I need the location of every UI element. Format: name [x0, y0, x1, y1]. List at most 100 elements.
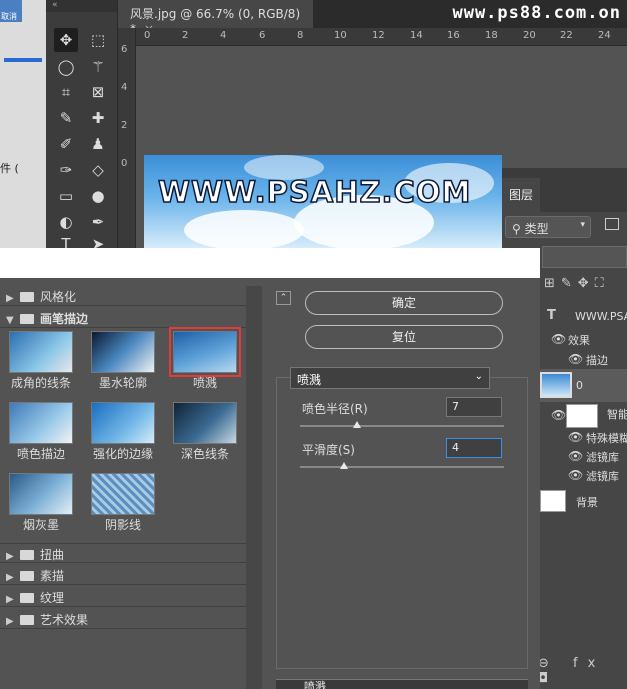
category-brush-strokes[interactable]: ▼ 画笔描边	[0, 308, 246, 328]
thumb-label: 墨水轮廓	[98, 376, 147, 390]
layer0-name[interactable]: 0	[576, 379, 583, 392]
ruler-tick: 6	[121, 44, 128, 55]
category-distort[interactable]: ▶ 扭曲	[0, 543, 246, 563]
eye-icon[interactable]: 👁	[568, 430, 583, 444]
blend-mode-select[interactable]	[542, 246, 627, 268]
ruler-tick: 2	[182, 30, 189, 41]
image-filter-icon[interactable]	[605, 218, 619, 230]
dodge-tool-icon[interactable]: ◐	[54, 210, 78, 234]
collapse-icon: ▼	[6, 315, 14, 326]
stroke-effect-label[interactable]: 描边	[586, 352, 608, 368]
horizontal-ruler: 0 2 4 6 8 10 12 14 16 18 20 22 24	[136, 28, 627, 46]
eye-icon[interactable]: 👁	[551, 332, 566, 346]
ok-button[interactable]: 确定	[305, 291, 503, 315]
text-layer-name[interactable]: WWW.PSA	[575, 310, 627, 323]
spray-radius-slider-handle[interactable]	[353, 421, 362, 428]
eyedropper-tool-icon[interactable]: ✎	[54, 106, 78, 130]
ruler-tick: 4	[220, 30, 227, 41]
layer-kind-filter[interactable]: ⚲ 类型 ▾	[505, 216, 591, 238]
ruler-tick: 4	[121, 82, 128, 93]
effects-label: 效果	[568, 334, 590, 347]
eraser-tool-icon[interactable]: ◇	[86, 158, 110, 182]
category-artistic[interactable]: ▶ 艺术效果	[0, 609, 246, 629]
magic-wand-tool-icon[interactable]: ⚚	[86, 55, 110, 79]
category-sketch[interactable]: ▶ 素描	[0, 565, 246, 585]
folder-icon	[20, 615, 34, 625]
category-stylize[interactable]: ▶ 风格化	[0, 286, 246, 306]
gallery-scrollbar[interactable]	[246, 286, 262, 689]
ruler-tick: 12	[372, 30, 385, 41]
folder-icon	[20, 314, 34, 324]
ruler-tick: 0	[121, 158, 128, 169]
thumb-crosshatch[interactable]	[91, 473, 155, 515]
type-tool-icon[interactable]: T	[54, 232, 78, 248]
smoothness-track[interactable]	[300, 466, 504, 468]
expand-icon: ▶	[6, 594, 14, 605]
layer-actions[interactable]: ⊖ fx ◘	[538, 656, 627, 686]
eye-icon[interactable]: 👁	[551, 408, 566, 422]
watermark: www.ps88.com.on	[452, 3, 621, 23]
folder-icon	[20, 593, 34, 603]
thumb-sprayed-strokes[interactable]	[9, 402, 73, 444]
crop-tool-icon[interactable]: ⌗	[54, 80, 78, 104]
spray-radius-track[interactable]	[300, 425, 504, 427]
smoothness-slider-handle[interactable]	[340, 462, 349, 469]
background-layer-name[interactable]: 背景	[576, 494, 598, 510]
frame-tool-icon[interactable]: ⊠	[86, 80, 110, 104]
ruler-tick: 24	[598, 30, 611, 41]
filter-gallery-1[interactable]: 滤镜库	[586, 449, 619, 465]
marquee-tool-icon[interactable]: ⬚	[86, 28, 110, 52]
collapse-gallery-icon[interactable]: ⌃	[276, 291, 291, 305]
file-fragment-label: 件 (	[0, 162, 19, 175]
eye-icon[interactable]: 👁	[568, 352, 583, 366]
thumb-ink-outlines[interactable]	[91, 331, 155, 373]
thumb-accented-edges[interactable]	[91, 402, 155, 444]
eye-icon[interactable]: 👁	[568, 468, 583, 482]
ruler-tick: 16	[447, 30, 460, 41]
thumb-label: 喷溅	[192, 376, 217, 390]
blur-tool-icon[interactable]: ●	[86, 184, 110, 208]
path-select-tool-icon[interactable]: ➤	[86, 232, 110, 248]
thumb-label: 烟灰墨	[22, 518, 59, 532]
category-texture[interactable]: ▶ 纹理	[0, 587, 246, 607]
document-tab[interactable]: 风景.jpg @ 66.7% (0, RGB/8) *×	[118, 0, 313, 36]
smoothness-input[interactable]: 4	[446, 438, 502, 458]
cancel-label[interactable]: 取消	[1, 11, 17, 22]
history-brush-tool-icon[interactable]: ✑	[54, 158, 78, 182]
spray-radius-input[interactable]: 7	[446, 397, 502, 417]
filter-gallery-2[interactable]: 滤镜库	[586, 468, 619, 484]
tab-layers[interactable]: 图层	[502, 178, 540, 212]
eye-icon[interactable]: 👁	[568, 449, 583, 463]
stamp-tool-icon[interactable]: ♟	[86, 132, 110, 156]
ruler-tick: 0	[144, 30, 151, 41]
thumb-sumi-e[interactable]	[9, 473, 73, 515]
filter-select-value: 喷溅	[297, 373, 322, 387]
applied-filter-row[interactable]: 喷溅	[276, 679, 528, 689]
vertical-ruler: 6 4 2 0	[118, 28, 136, 248]
preview-area	[0, 248, 540, 278]
gradient-tool-icon[interactable]: ▭	[54, 184, 78, 208]
thumb-spatter[interactable]	[169, 327, 241, 377]
expand-icon: ▶	[6, 551, 14, 562]
thumb-angled-strokes[interactable]	[9, 331, 73, 373]
smart-filter-label: 智能	[607, 408, 627, 421]
thumb-dark-strokes[interactable]	[173, 402, 237, 444]
category-label: 素描	[40, 569, 65, 583]
folder-icon	[20, 292, 34, 302]
layer-thumbnail	[540, 372, 572, 398]
document-canvas[interactable]: WWW.PSAHZ.COM	[144, 155, 502, 250]
category-label: 艺术效果	[40, 613, 89, 627]
healing-tool-icon[interactable]: ✚	[86, 106, 110, 130]
pen-tool-icon[interactable]: ✒	[86, 210, 110, 234]
smart-filter-mask	[566, 404, 598, 428]
lasso-tool-icon[interactable]: ◯	[54, 55, 78, 79]
filter-select[interactable]: 喷溅 ⌄	[290, 367, 490, 389]
lock-icons-row[interactable]: ⊞✎✥⛶	[544, 276, 610, 291]
thumb-label: 喷色描边	[16, 447, 65, 461]
layer-kind-label: 类型	[524, 222, 549, 236]
toolbar-collapse[interactable]: «	[46, 0, 117, 12]
filter-special-blur[interactable]: 特殊模糊	[586, 430, 627, 446]
brush-tool-icon[interactable]: ✐	[54, 132, 78, 156]
reset-button[interactable]: 复位	[305, 325, 503, 349]
move-tool-icon[interactable]: ✥	[54, 28, 78, 52]
